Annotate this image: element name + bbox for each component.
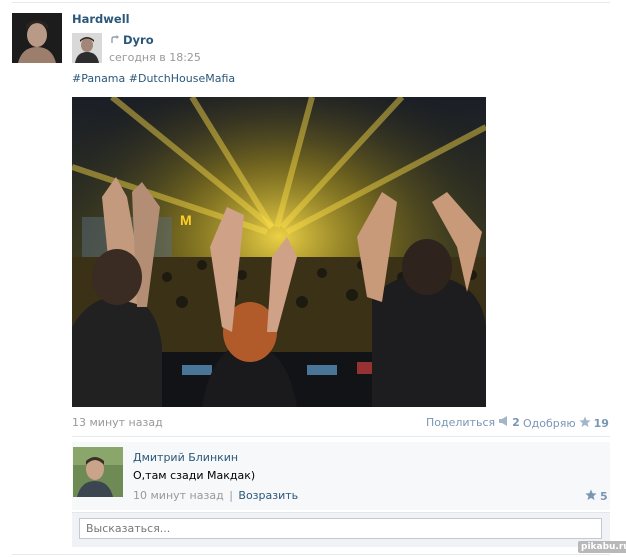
post-photo[interactable]: M <box>72 97 486 407</box>
comment-like-button[interactable]: 5 <box>585 489 608 504</box>
bottom-divider <box>12 554 610 555</box>
watermark: pikabu.ru <box>578 541 626 553</box>
comment-author[interactable]: Дмитрий Блинкин <box>133 451 238 464</box>
repost-time: сегодня в 18:25 <box>109 51 201 64</box>
like-button[interactable]: Одобряю 19 <box>523 416 609 431</box>
svg-text:M: M <box>180 212 192 228</box>
commenter-avatar[interactable] <box>73 447 123 497</box>
star-icon <box>585 489 597 504</box>
share-label: Поделиться <box>426 416 496 429</box>
like-label: Одобряю <box>523 417 576 430</box>
star-icon <box>579 416 591 431</box>
comment-meta: 10 минут назад | Возразить <box>133 489 298 502</box>
comment-text: О,там сзади Макдак) <box>133 469 256 482</box>
like-count: 19 <box>593 417 609 430</box>
top-divider <box>12 2 610 3</box>
comment-time: 10 минут назад <box>133 489 224 502</box>
reply-input[interactable] <box>79 518 602 539</box>
post-time: 13 минут назад <box>72 416 163 429</box>
comment-meta-separator: | <box>229 489 233 502</box>
repost-author-name[interactable]: Dyro <box>123 33 154 47</box>
share-button[interactable]: Поделиться 2 <box>426 416 520 429</box>
reply-link[interactable]: Возразить <box>238 489 298 502</box>
repost-avatar[interactable] <box>72 33 102 63</box>
share-count: 2 <box>512 416 520 429</box>
repost-arrow-icon <box>110 34 121 45</box>
post-author-name[interactable]: Hardwell <box>72 12 130 26</box>
megaphone-icon <box>498 416 509 429</box>
comments-divider <box>72 436 610 437</box>
author-avatar[interactable] <box>12 13 62 63</box>
comment-like-count: 5 <box>600 490 608 503</box>
post-hashtags[interactable]: #Panama #DutchHouseMafia <box>72 72 235 85</box>
